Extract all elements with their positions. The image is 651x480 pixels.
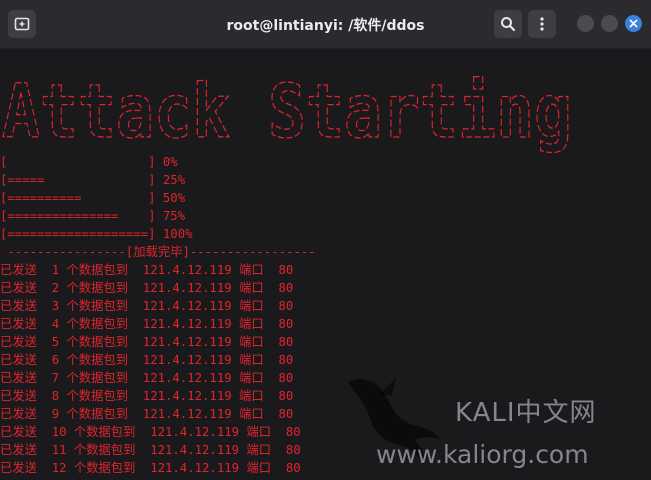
sent-line: 已发送 1 个数据包到 121.4.12.119 端口 80: [0, 263, 294, 277]
progress-line: [========== ] 50%: [0, 189, 185, 207]
sent-line: 已发送 7 个数据包到 121.4.12.119 端口 80: [0, 371, 294, 385]
progress-bar: [===================]: [0, 227, 156, 241]
load-complete-separator: ----------------[加载完毕]-----------------: [0, 245, 316, 259]
sent-line: 已发送 4 个数据包到 121.4.12.119 端口 80: [0, 317, 294, 331]
watermark-url: www.kaliorg.com: [376, 440, 589, 469]
search-icon: [501, 17, 516, 32]
progress-line: [=============== ] 75%: [0, 207, 185, 225]
progress-label: 100%: [162, 227, 193, 241]
ascii-banner-text: Attack Starting: [2, 69, 572, 155]
progress-line: [===== ] 25%: [0, 171, 185, 189]
close-button[interactable]: [625, 15, 642, 32]
menu-button[interactable]: [528, 10, 556, 38]
progress-bar: [========== ]: [0, 191, 156, 205]
title-bar: root@lintianyi: /软件/ddos: [0, 0, 651, 49]
maximize-button[interactable]: [601, 15, 618, 32]
progress-bar: [=============== ]: [0, 209, 156, 223]
watermark-brand: KALI中文网: [455, 398, 597, 428]
close-icon: [629, 19, 638, 28]
progress-label: 25%: [162, 173, 186, 187]
progress-line: [===================] 100%: [0, 225, 193, 243]
progress-label: 0%: [162, 155, 178, 169]
sent-line: 已发送 12 个数据包到 121.4.12.119 端口 80: [0, 461, 301, 475]
sent-line: 已发送 11 个数据包到 121.4.12.119 端口 80: [0, 443, 301, 457]
progress-label: 50%: [162, 191, 186, 205]
menu-icon: [540, 17, 544, 31]
watermark: KALI中文网 www.kaliorg.com: [340, 370, 640, 480]
sent-line: 已发送 3 个数据包到 121.4.12.119 端口 80: [0, 299, 294, 313]
sent-line: 已发送 6 个数据包到 121.4.12.119 端口 80: [0, 353, 294, 367]
sent-line: 已发送 9 个数据包到 121.4.12.119 端口 80: [0, 407, 294, 421]
progress-label: 75%: [162, 209, 186, 223]
sent-line: 已发送 5 个数据包到 121.4.12.119 端口 80: [0, 335, 294, 349]
progress-bar: [===== ]: [0, 173, 156, 187]
progress-line: [ ] 0%: [0, 153, 178, 171]
sent-line: 已发送 2 个数据包到 121.4.12.119 端口 80: [0, 281, 294, 295]
sent-line: 已发送 10 个数据包到 121.4.12.119 端口 80: [0, 425, 301, 439]
search-button[interactable]: [494, 10, 522, 38]
progress-bar: [ ]: [0, 155, 156, 169]
ascii-banner: Attack Starting: [1, 68, 572, 155]
minimize-button[interactable]: [577, 15, 594, 32]
sent-line: 已发送 8 个数据包到 121.4.12.119 端口 80: [0, 389, 294, 403]
